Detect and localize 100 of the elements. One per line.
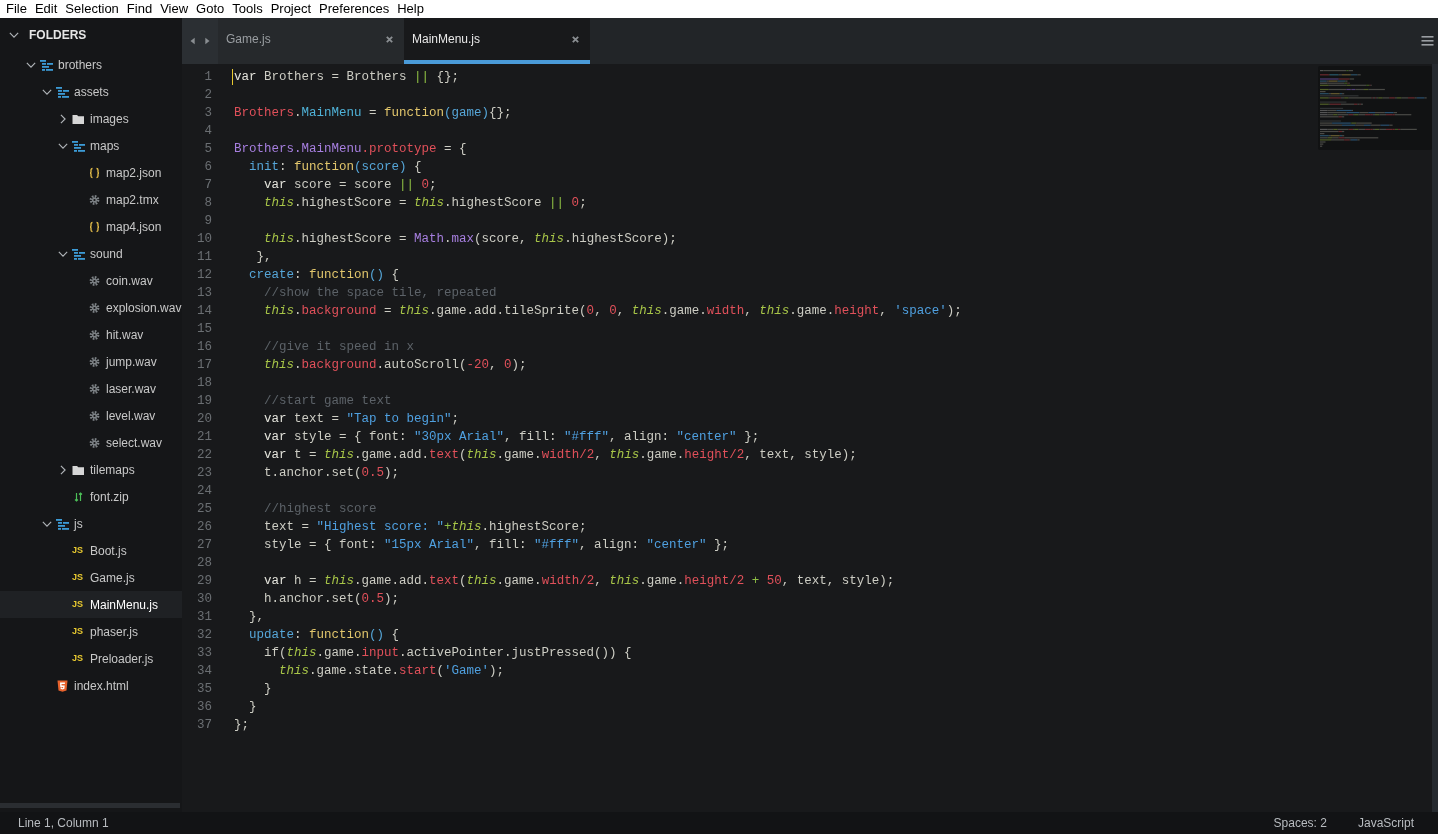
code-line: this.background = this.game.add.tileSprite(0, 0, this.game.width, this.game.height, 'space'); bbox=[263, 303, 962, 320]
chevron-right-icon[interactable] bbox=[58, 113, 68, 124]
tree-item[interactable]: JS Game.js bbox=[0, 564, 182, 591]
tree-item[interactable]: map4.json bbox=[0, 213, 182, 240]
code-line: //start game text bbox=[263, 393, 392, 410]
line-number: 25 bbox=[196, 501, 213, 518]
tree-item[interactable]: JS MainMenu.js bbox=[0, 591, 182, 618]
menu-item[interactable]: Tools bbox=[228, 0, 267, 18]
file-type-label: JS bbox=[72, 624, 84, 638]
line-number: 2 bbox=[203, 87, 213, 104]
tree-item[interactable]: explosion.wav bbox=[0, 294, 182, 321]
tree-item[interactable]: brothers bbox=[0, 51, 182, 78]
tree-item[interactable]: laser.wav bbox=[0, 375, 182, 402]
tab[interactable]: Game.js bbox=[218, 18, 404, 64]
line-number: 30 bbox=[196, 591, 213, 608]
gear-icon bbox=[88, 409, 101, 422]
tree-item[interactable]: images bbox=[0, 105, 182, 132]
menu-item[interactable]: Edit bbox=[30, 0, 62, 18]
folder-tree-icon bbox=[56, 517, 69, 530]
menu-item[interactable]: Find bbox=[122, 0, 157, 18]
indentation-setting[interactable]: Spaces: 2 bbox=[1273, 814, 1327, 832]
line-number: 32 bbox=[196, 627, 213, 644]
close-icon[interactable] bbox=[385, 34, 394, 44]
tree-item[interactable]: level.wav bbox=[0, 402, 182, 429]
line-number: 18 bbox=[196, 375, 213, 392]
file-type-label: JS bbox=[72, 543, 84, 557]
line-number: 35 bbox=[196, 681, 213, 698]
folder-tree-icon bbox=[56, 85, 69, 98]
tree-item[interactable]: JS Preloader.js bbox=[0, 645, 182, 672]
tab[interactable]: MainMenu.js bbox=[404, 18, 590, 64]
tree-item[interactable]: tilemaps bbox=[0, 456, 182, 483]
tree-item[interactable]: map2.tmx bbox=[0, 186, 182, 213]
cursor-position: Line 1, Column 1 bbox=[18, 815, 109, 832]
menu-item[interactable]: Help bbox=[393, 0, 428, 18]
text-cursor bbox=[232, 69, 233, 85]
line-number: 21 bbox=[196, 429, 213, 446]
code-line: var text = "Tap to begin"; bbox=[263, 411, 460, 428]
file-type-label: JS bbox=[72, 597, 84, 611]
line-number: 16 bbox=[196, 339, 213, 356]
arrow-left-icon[interactable] bbox=[188, 36, 198, 46]
scrollbar[interactable] bbox=[1432, 64, 1438, 812]
line-number: 8 bbox=[203, 195, 213, 212]
line-number: 26 bbox=[196, 519, 213, 536]
tree-item[interactable]: JS phaser.js bbox=[0, 618, 182, 645]
line-number: 34 bbox=[196, 663, 213, 680]
close-icon[interactable] bbox=[571, 34, 580, 44]
folder-icon bbox=[72, 112, 85, 125]
tree-item[interactable]: JS Boot.js bbox=[0, 537, 182, 564]
tree-item[interactable]: index.html bbox=[0, 672, 182, 699]
menu-item[interactable]: Goto bbox=[192, 0, 229, 18]
syntax-setting[interactable]: JavaScript bbox=[1357, 814, 1414, 832]
tree-item[interactable]: map2.json bbox=[0, 159, 182, 186]
line-number: 17 bbox=[196, 357, 213, 374]
folder-tree-icon bbox=[72, 247, 85, 260]
line-number: 13 bbox=[196, 285, 213, 302]
arrow-right-icon[interactable] bbox=[202, 36, 212, 46]
code-line: t.anchor.set(0.5); bbox=[263, 465, 400, 482]
gear-icon bbox=[88, 328, 101, 341]
line-number: 9 bbox=[203, 213, 213, 230]
code-line: this.highestScore = this.highestScore || 0; bbox=[263, 195, 587, 212]
line-number: 27 bbox=[196, 537, 213, 554]
menu-item[interactable]: File bbox=[2, 0, 31, 18]
braces-icon bbox=[88, 166, 101, 179]
line-number: 33 bbox=[196, 645, 213, 662]
line-number: 10 bbox=[196, 231, 213, 248]
code-line: var style = { font: "30px Arial", fill: "#fff", align: "center" }; bbox=[263, 429, 760, 446]
gear-icon bbox=[88, 382, 101, 395]
tree-item[interactable]: js bbox=[0, 510, 182, 537]
menu-item[interactable]: Project bbox=[266, 0, 316, 18]
sidebar-scrollbar[interactable] bbox=[0, 803, 180, 808]
tree-item[interactable]: assets bbox=[0, 78, 182, 105]
tree-item[interactable]: jump.wav bbox=[0, 348, 182, 375]
folder-icon bbox=[72, 463, 85, 476]
chevron-right-icon[interactable] bbox=[58, 464, 68, 475]
line-number: 36 bbox=[196, 699, 213, 716]
tree-item[interactable]: maps bbox=[0, 132, 182, 159]
menu-item[interactable]: Selection bbox=[61, 0, 123, 18]
line-number: 3 bbox=[203, 105, 213, 122]
code-line: }, bbox=[255, 249, 272, 266]
code-line: update: function() { bbox=[248, 627, 400, 644]
arrows-icon bbox=[72, 490, 85, 503]
code-line: var h = this.game.add.text(this.game.width/2, this.game.height/2 + 50, text, style); bbox=[263, 573, 895, 590]
menu-item[interactable]: Preferences bbox=[315, 0, 394, 18]
code-line: }, bbox=[248, 609, 264, 626]
tree-item[interactable]: hit.wav bbox=[0, 321, 182, 348]
code-line: this.highestScore = Math.max(score, this.highestScore); bbox=[263, 231, 677, 248]
menu-item[interactable]: View bbox=[156, 0, 193, 18]
line-number: 37 bbox=[196, 717, 213, 734]
tree-item[interactable]: coin.wav bbox=[0, 267, 182, 294]
menu-icon[interactable] bbox=[1421, 35, 1434, 47]
line-number: 6 bbox=[203, 159, 213, 176]
line-number: 11 bbox=[196, 249, 213, 266]
code-line: }; bbox=[234, 717, 249, 734]
code-line: } bbox=[248, 699, 257, 716]
tree-item[interactable]: sound bbox=[0, 240, 182, 267]
tree-item[interactable]: font.zip bbox=[0, 483, 182, 510]
line-number: 4 bbox=[203, 123, 213, 140]
file-type-label: JS bbox=[72, 651, 84, 665]
tree-item[interactable]: select.wav bbox=[0, 429, 182, 456]
code-line: text = "Highest score: "+this.highestScore; bbox=[263, 519, 587, 536]
